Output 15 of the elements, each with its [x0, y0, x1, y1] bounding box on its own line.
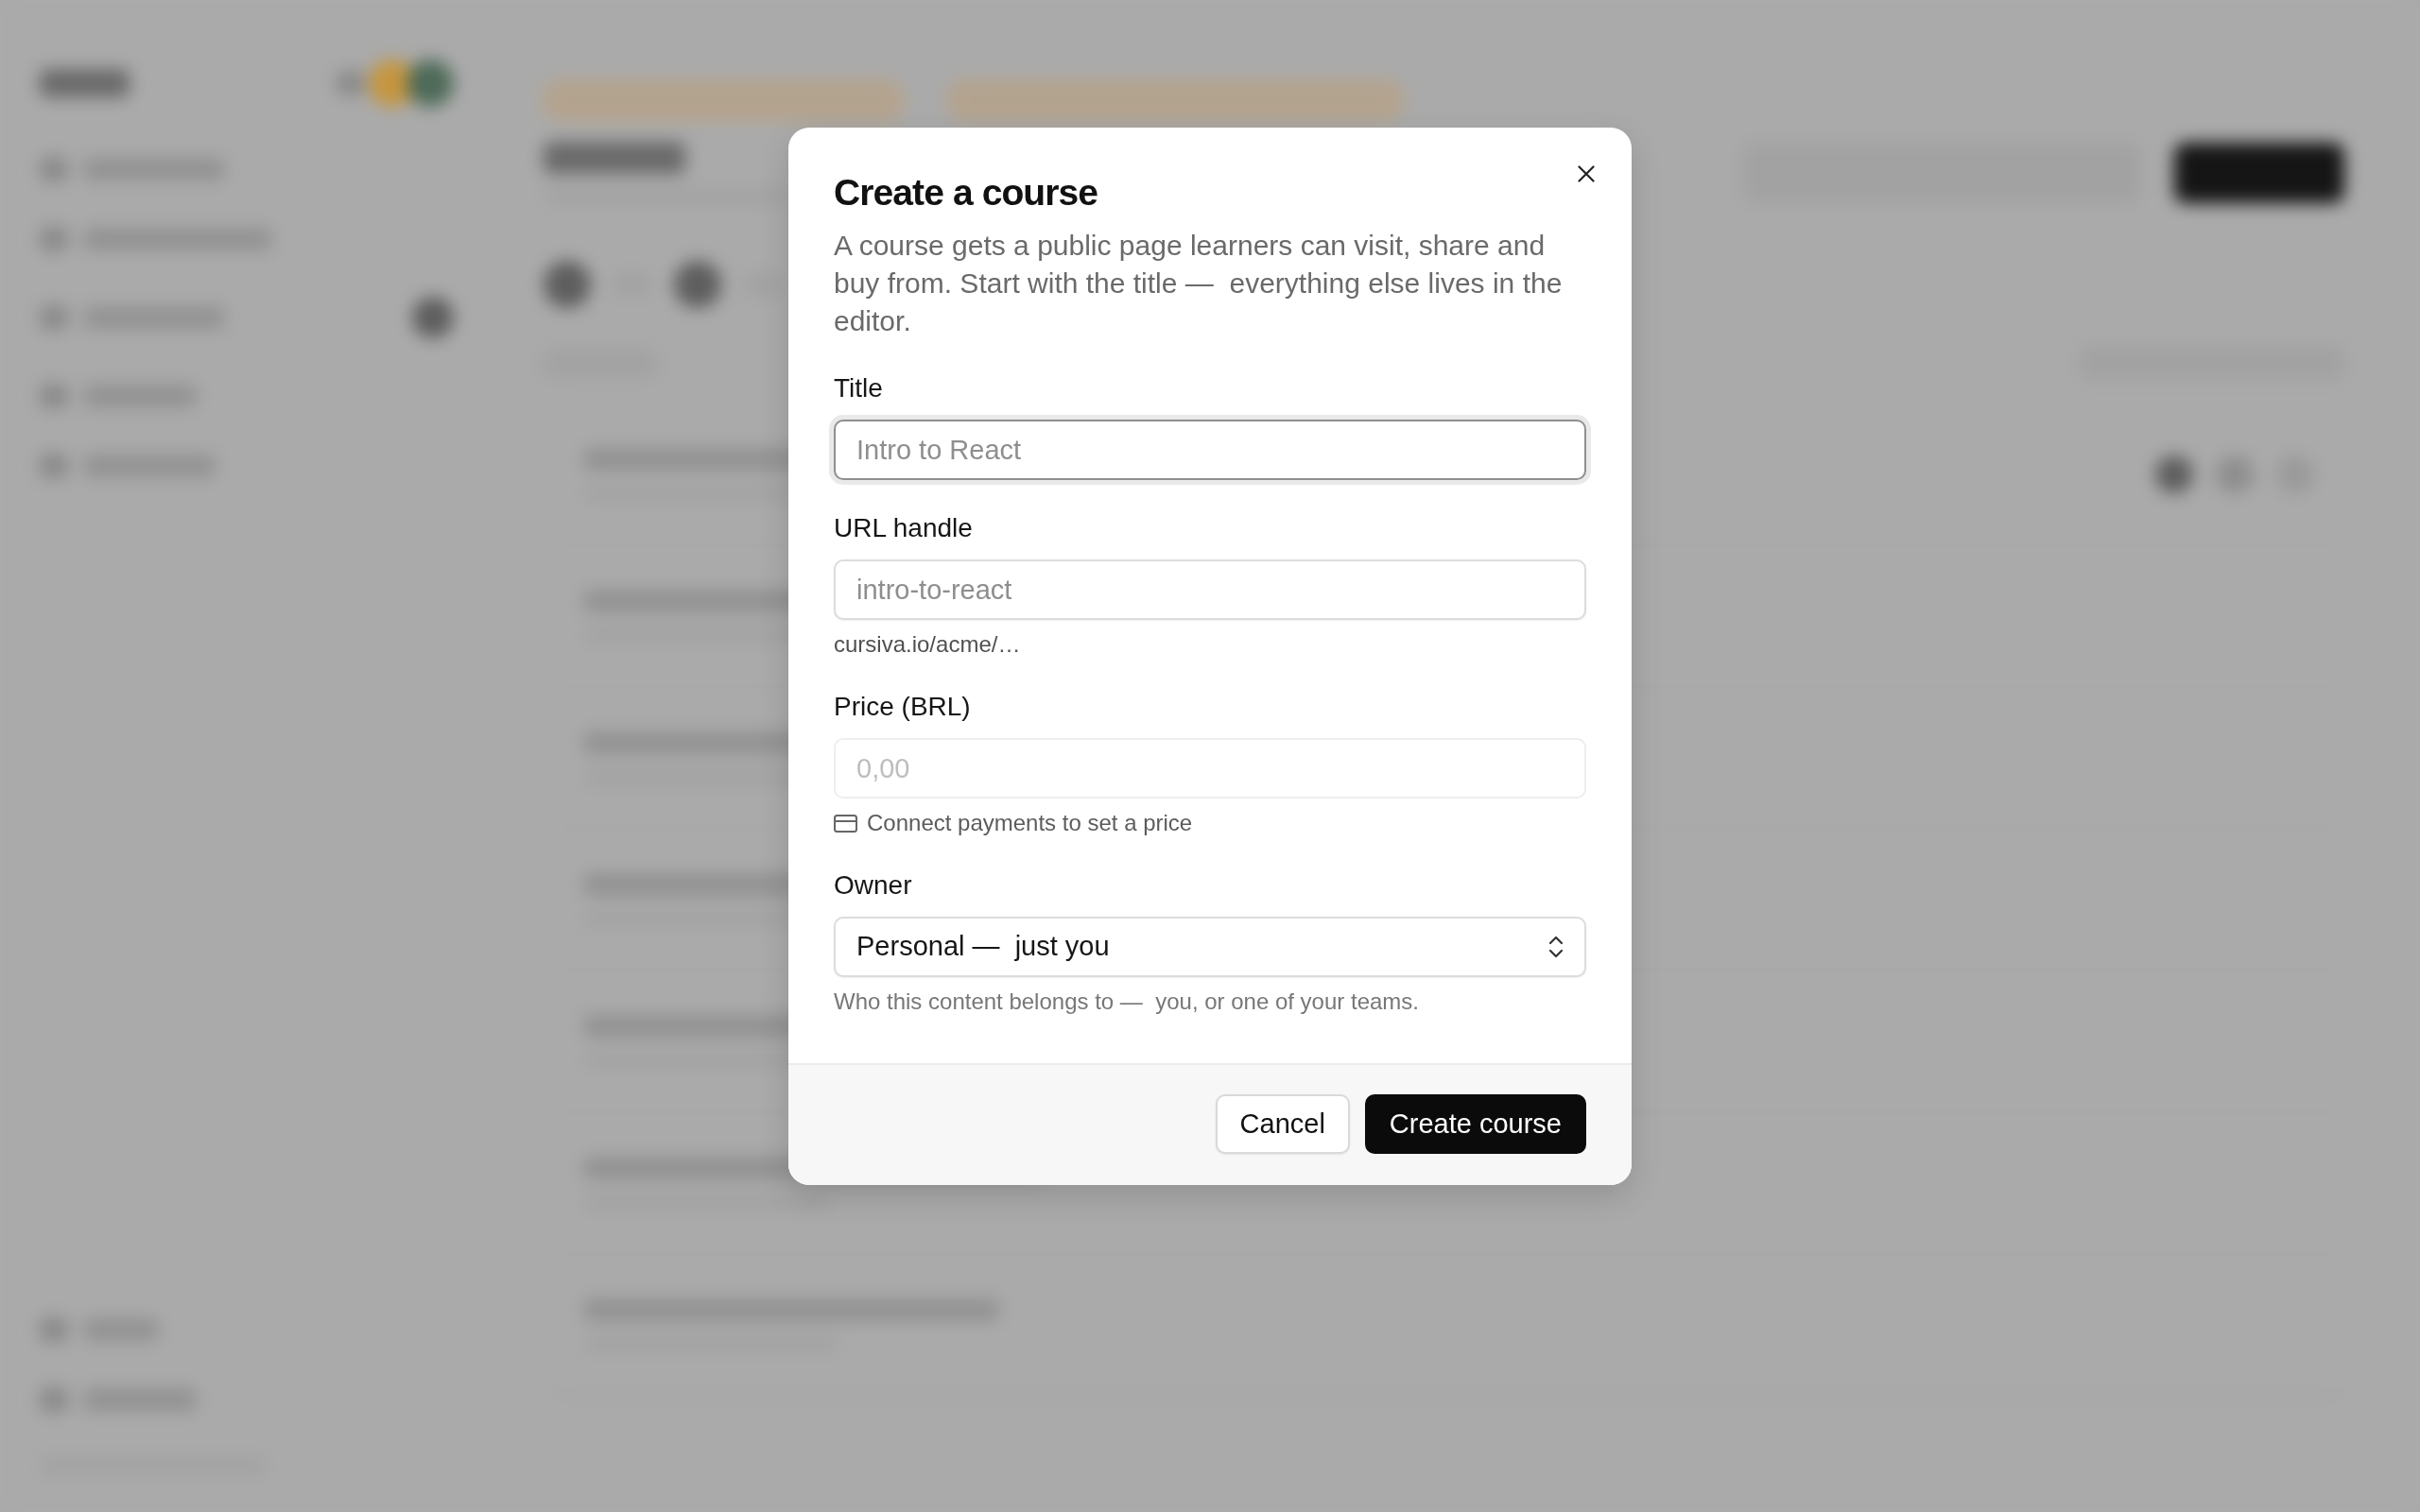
- dialog-description: A course gets a public page learners can visit, share and buy from. Start with the title — everything else lives in the editor.: [834, 229, 1564, 338]
- payment-hint: Connect payments to set a price: [867, 809, 1193, 837]
- chevrons-up-down-icon: [1548, 935, 1564, 959]
- field-label: Price (BRL): [834, 691, 972, 723]
- select-field[interactable]: Personal — just you: [834, 917, 1586, 977]
- dialog-title: Create a course: [834, 171, 1098, 215]
- close-icon: [1578, 165, 1595, 182]
- field-label: URL handle: [834, 512, 974, 544]
- credit-card-icon: [834, 814, 857, 833]
- field-hint: Who this content belongs to — you, or one of your teams.: [834, 988, 1420, 1016]
- url-preview: cursiva.io/acme/…: [834, 630, 1022, 659]
- field-label: Owner: [834, 869, 913, 902]
- field-label: Title: [834, 372, 884, 404]
- cancel-button[interactable]: Cancel: [1215, 1094, 1350, 1154]
- create-button[interactable]: Create course: [1364, 1094, 1586, 1154]
